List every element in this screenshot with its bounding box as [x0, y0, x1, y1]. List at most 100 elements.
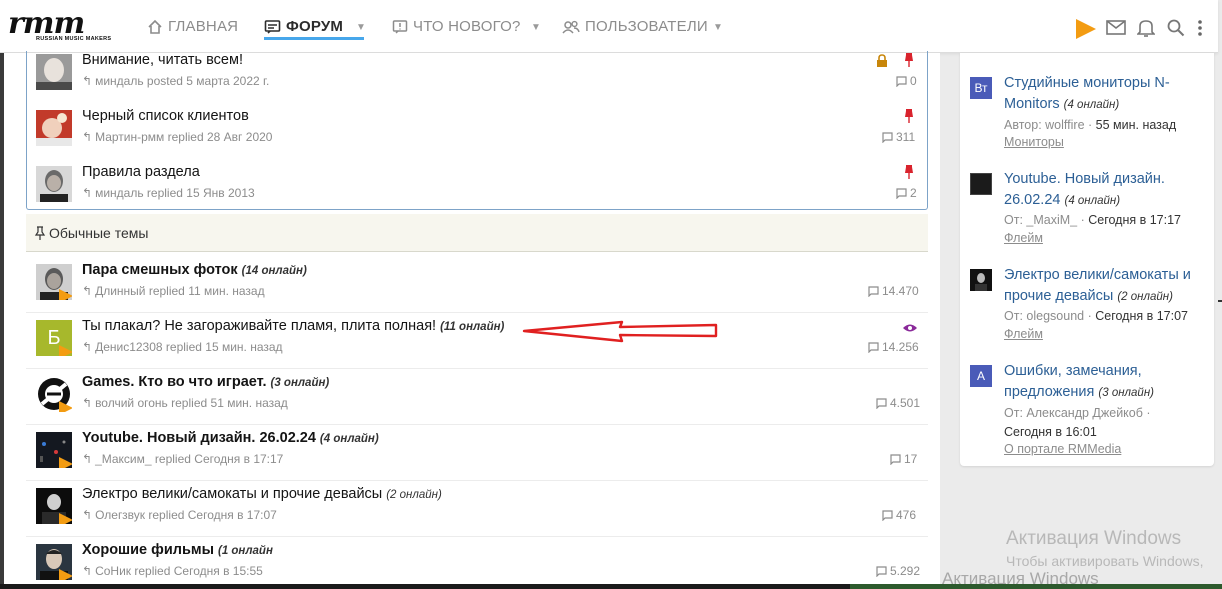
- avatar[interactable]: [36, 264, 72, 300]
- post-time[interactable]: Сегодня в 17:17: [1088, 213, 1181, 227]
- thread-row[interactable]: Пара смешных фоток (14 онлайн) ↰ Длинный r…: [36, 260, 919, 312]
- thread-title[interactable]: Черный список клиентов: [82, 108, 249, 124]
- sidebar-post-title[interactable]: Студийные мониторы N-Monitors (4 онлайн): [1004, 73, 1214, 116]
- sidebar-post-category[interactable]: Мониторы: [1004, 135, 1064, 149]
- thread-date[interactable]: 11 мин. назад: [188, 284, 264, 298]
- users-dropdown-chevron-icon[interactable]: ▼: [713, 22, 723, 33]
- sticky-thread-row[interactable]: Правила раздела ↰ миндаль replied 15 Янв …: [36, 162, 918, 214]
- pin-icon: [905, 165, 913, 179]
- avatar[interactable]: Вт: [970, 77, 992, 99]
- tab-home[interactable]: ГЛАВНАЯ: [147, 0, 238, 53]
- avatar[interactable]: А: [970, 365, 992, 387]
- thread-title-text[interactable]: Пара смешных фоток: [82, 262, 238, 278]
- thread-date[interactable]: 15 мин. назад: [205, 340, 282, 354]
- thread-title[interactable]: Электро велики/самокаты и прочие девайсы…: [82, 486, 442, 502]
- tab-forum[interactable]: ФОРУМ: [264, 0, 364, 53]
- site-logo[interactable]: rmm RUSSIAN MUSIC MAKERS: [8, 6, 118, 46]
- avatar[interactable]: [36, 376, 72, 412]
- post-author[interactable]: olegsound: [1026, 309, 1084, 323]
- more-icon[interactable]: [1196, 19, 1204, 37]
- post-time[interactable]: Сегодня в 16:01: [1004, 425, 1097, 439]
- sidebar-post-category[interactable]: Флейм: [1004, 231, 1043, 245]
- thread-title[interactable]: Games. Кто во что играет. (3 онлайн): [82, 374, 329, 390]
- forum-dropdown-chevron-icon[interactable]: ▼: [356, 22, 366, 33]
- sidebar-post-title[interactable]: Электро велики/самокаты и прочие девайсы…: [1004, 265, 1214, 308]
- thread-date[interactable]: Сегодня в 17:17: [194, 452, 283, 466]
- thread-title-text[interactable]: Электро велики/самокаты и прочие девайсы: [82, 486, 382, 502]
- meta-prefix: Автор:: [1004, 118, 1042, 132]
- thread-author[interactable]: _Максим_: [95, 452, 152, 466]
- avatar[interactable]: [36, 166, 72, 202]
- tab-users[interactable]: ПОЛЬЗОВАТЕЛИ: [562, 0, 708, 53]
- thread-row[interactable]: Б Ты плакал? Не загораживайте пламя, пли…: [36, 316, 919, 368]
- search-icon[interactable]: [1167, 19, 1185, 37]
- thread-action: posted: [146, 74, 183, 88]
- sticky-thread-row[interactable]: Внимание, читать всем! ↰ миндаль posted 5…: [36, 50, 918, 102]
- avatar[interactable]: [36, 54, 72, 90]
- avatar[interactable]: [36, 488, 72, 524]
- thread-meta: ↰ Мартин-рмм replied 28 Авг 2020: [82, 130, 272, 144]
- thread-author[interactable]: Длинный: [95, 284, 145, 298]
- mail-icon[interactable]: [1106, 20, 1126, 36]
- post-author[interactable]: wolffire: [1045, 118, 1084, 132]
- avatar[interactable]: [36, 432, 72, 468]
- whats-new-dropdown-chevron-icon[interactable]: ▼: [531, 22, 541, 33]
- avatar[interactable]: [36, 544, 72, 580]
- windows-activation-hint: Чтобы активировать Windows,: [1006, 553, 1204, 569]
- thread-author[interactable]: СоНик: [95, 564, 131, 578]
- thread-title[interactable]: Хорошие фильмы (1 онлайн: [82, 542, 273, 558]
- thread-row[interactable]: Games. Кто во что играет. (3 онлайн) ↰ вол…: [36, 372, 920, 424]
- thread-title-text[interactable]: Ты плакал? Не загораживайте пламя, плита…: [82, 318, 436, 334]
- thread-row[interactable]: Электро велики/самокаты и прочие девайсы…: [36, 484, 918, 536]
- thread-date[interactable]: Сегодня в 15:55: [174, 564, 263, 578]
- thread-author[interactable]: миндаль: [95, 186, 144, 200]
- thread-title[interactable]: Ты плакал? Не загораживайте пламя, плита…: [82, 318, 504, 334]
- thread-row[interactable]: Хорошие фильмы (1 онлайн ↰ СоНик replied С…: [36, 540, 921, 589]
- top-navigation: rmm RUSSIAN MUSIC MAKERS ГЛАВНАЯ ФОРУМ ▼…: [0, 0, 1218, 53]
- thread-title-text[interactable]: Хорошие фильмы: [82, 542, 214, 558]
- sidebar-post-item[interactable]: Электро велики/самокаты и прочие девайсы…: [970, 265, 1206, 347]
- post-author[interactable]: Александр Джейкоб: [1026, 406, 1143, 420]
- thread-title[interactable]: Пара смешных фоток (14 онлайн): [82, 262, 307, 278]
- post-author[interactable]: _MaxiM_: [1026, 213, 1077, 227]
- bell-icon[interactable]: [1137, 18, 1155, 38]
- online-count: (3 онлайн): [1098, 387, 1154, 399]
- sidebar-post-item[interactable]: А Ошибки, замечания, предложения (3 онла…: [970, 361, 1206, 461]
- thread-title[interactable]: Правила раздела: [82, 164, 200, 180]
- online-count: (11 онлайн): [440, 321, 505, 333]
- sidebar-post-category[interactable]: Флейм: [1004, 327, 1043, 341]
- avatar[interactable]: Б: [36, 320, 72, 356]
- avatar[interactable]: [36, 110, 72, 146]
- sidebar-post-item[interactable]: Youtube. Новый дизайн. 26.02.24 (4 онлай…: [970, 169, 1206, 251]
- thread-title[interactable]: Внимание, читать всем!: [82, 52, 243, 68]
- thread-row[interactable]: Youtube. Новый дизайн. 26.02.24 (4 онлайн…: [36, 428, 918, 480]
- play-icon[interactable]: [1074, 17, 1098, 41]
- post-time[interactable]: 55 мин. назад: [1096, 118, 1177, 132]
- thread-title-text[interactable]: Games. Кто во что играет.: [82, 374, 267, 390]
- thread-date[interactable]: 28 Авг 2020: [207, 130, 272, 144]
- reply-count-value: 17: [904, 452, 918, 466]
- thread-title[interactable]: Youtube. Новый дизайн. 26.02.24 (4 онлайн…: [82, 430, 379, 446]
- thread-date[interactable]: 51 мин. назад: [211, 396, 288, 410]
- tab-whats-new[interactable]: ЧТО НОВОГО?: [392, 0, 521, 53]
- post-time[interactable]: Сегодня в 17:07: [1095, 309, 1188, 323]
- sidebar-post-item[interactable]: Вт Студийные мониторы N-Monitors (4 онла…: [970, 73, 1206, 155]
- thread-date[interactable]: 5 марта 2022 г.: [186, 74, 269, 88]
- thread-author[interactable]: Денис12308: [95, 340, 163, 354]
- sidebar-post-category[interactable]: О портале RMMedia: [1004, 442, 1121, 456]
- avatar[interactable]: [970, 269, 992, 291]
- sticky-thread-row[interactable]: Черный список клиентов ↰ Мартин-рмм repli…: [36, 106, 918, 158]
- thread-author[interactable]: волчий огонь: [95, 396, 168, 410]
- reply-arrow-icon: ↰: [82, 284, 93, 298]
- thread-date[interactable]: Сегодня в 17:07: [188, 508, 277, 522]
- sidebar-post-title[interactable]: Ошибки, замечания, предложения (3 онлайн…: [1004, 361, 1214, 404]
- thread-title-text[interactable]: Youtube. Новый дизайн. 26.02.24: [82, 430, 316, 446]
- sidebar-post-title[interactable]: Youtube. Новый дизайн. 26.02.24 (4 онлай…: [1004, 169, 1214, 212]
- thread-author[interactable]: миндаль: [95, 74, 144, 88]
- reply-count-value: 5.292: [890, 564, 921, 578]
- thread-date[interactable]: 15 Янв 2013: [186, 186, 254, 200]
- avatar[interactable]: [970, 173, 992, 195]
- thread-author[interactable]: Олегзвук: [95, 508, 145, 522]
- tab-home-label: ГЛАВНАЯ: [168, 18, 239, 35]
- thread-author[interactable]: Мартин-рмм: [95, 130, 164, 144]
